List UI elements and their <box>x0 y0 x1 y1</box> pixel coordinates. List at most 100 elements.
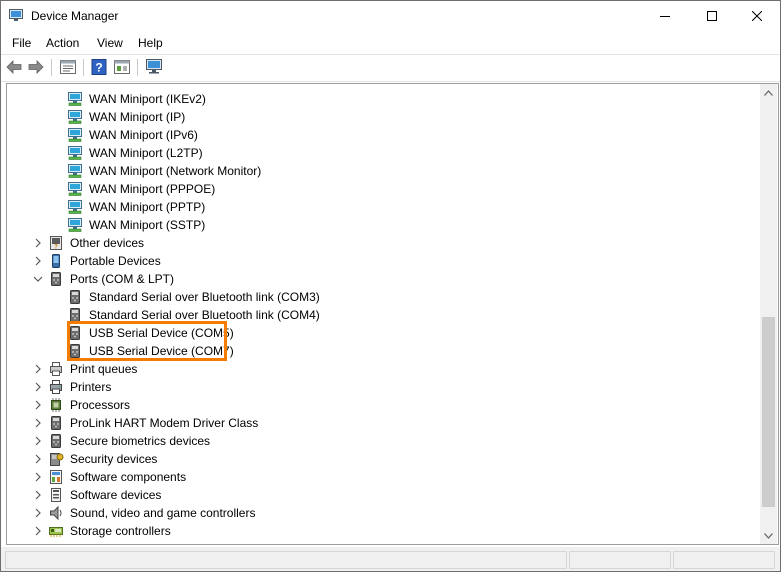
tree-item[interactable]: ? Other devices <box>7 234 759 252</box>
back-button[interactable] <box>5 58 23 76</box>
network-adapter-icon <box>68 128 82 142</box>
chevron-down-icon[interactable] <box>33 274 43 284</box>
back-icon <box>6 60 22 74</box>
menu-view[interactable]: View <box>97 36 123 50</box>
tree-item[interactable]: Processors <box>7 396 759 414</box>
chevron-right-icon[interactable] <box>33 490 43 500</box>
chevron-right-icon[interactable] <box>33 526 43 536</box>
tree-item[interactable]: WAN Miniport (IPv6) <box>7 126 759 144</box>
scroll-down-button[interactable] <box>760 527 777 544</box>
tree-item[interactable]: Software components <box>7 468 759 486</box>
menu-action[interactable]: Action <box>46 36 79 50</box>
device-manager-window: Device Manager File Action View Help ? W… <box>0 0 781 572</box>
tree-item[interactable]: Secure biometrics devices <box>7 432 759 450</box>
svg-text:?: ? <box>95 61 102 75</box>
tree-item[interactable]: Portable Devices <box>7 252 759 270</box>
unknown-device-icon: ? <box>50 236 62 251</box>
chevron-right-icon[interactable] <box>33 400 43 410</box>
scan-hardware-icon <box>146 59 162 74</box>
speaker-icon <box>50 505 62 521</box>
tree-item-label: Software components <box>70 470 187 484</box>
tree-item-label: Secure biometrics devices <box>70 434 211 448</box>
chevron-right-icon[interactable] <box>33 364 43 374</box>
tree-item-label: WAN Miniport (PPPOE) <box>89 182 216 196</box>
chevron-right-icon[interactable] <box>33 382 43 392</box>
close-icon <box>752 11 762 21</box>
chevron-right-icon[interactable] <box>33 256 43 266</box>
tree-item[interactable]: WAN Miniport (IKEv2) <box>7 90 759 108</box>
tree-item[interactable]: Sound, video and game controllers <box>7 504 759 522</box>
network-adapter-icon <box>68 110 82 124</box>
tree-item-label: Standard Serial over Bluetooth link (COM… <box>89 308 320 322</box>
tree-item[interactable]: Print queues <box>7 360 759 378</box>
toolbar-separator <box>51 59 52 76</box>
window-title: Device Manager <box>31 9 119 23</box>
tree-item[interactable]: Printers <box>7 378 759 396</box>
minimize-button[interactable] <box>642 1 688 31</box>
tree-item[interactable]: WAN Miniport (IP) <box>7 108 759 126</box>
network-adapter-icon <box>68 146 82 160</box>
tree-item[interactable]: Software devices <box>7 486 759 504</box>
tree-item-label: Print queues <box>70 362 138 376</box>
maximize-icon <box>707 11 717 21</box>
vertical-scrollbar[interactable] <box>760 84 777 544</box>
update-driver-button[interactable] <box>113 58 131 76</box>
network-adapter-icon <box>68 164 82 178</box>
device-tree[interactable]: WAN Miniport (IKEv2) WAN Miniport (IP) WAN… <box>7 84 759 544</box>
tree-item-label: Storage controllers <box>70 524 171 538</box>
tree-item-label: Printers <box>70 380 112 394</box>
tree-item-label: Software devices <box>70 488 162 502</box>
help-button[interactable]: ? <box>90 58 108 76</box>
tree-item[interactable]: Standard Serial over Bluetooth link (COM… <box>7 288 759 306</box>
chevron-down-icon <box>764 532 773 539</box>
status-segment-main <box>5 551 567 569</box>
scan-hardware-button[interactable] <box>145 58 163 76</box>
properties-button[interactable] <box>59 58 77 76</box>
chevron-right-icon[interactable] <box>33 418 43 428</box>
tree-item-label: Security devices <box>70 452 158 466</box>
network-adapter-icon <box>68 182 82 196</box>
svg-text:?: ? <box>54 245 58 251</box>
tree-item-label: WAN Miniport (SSTP) <box>89 218 206 232</box>
menu-file[interactable]: File <box>12 36 31 50</box>
tree-item-label: Ports (COM & LPT) <box>70 272 175 286</box>
scroll-thumb[interactable] <box>762 317 775 507</box>
tree-item-label: Standard Serial over Bluetooth link (COM… <box>89 290 320 304</box>
toolbar-divider <box>1 81 780 82</box>
menu-bar: File Action View Help <box>1 33 780 53</box>
tree-item[interactable]: Storage controllers <box>7 522 759 540</box>
device-manager-app-icon <box>9 9 23 21</box>
chevron-right-icon[interactable] <box>33 238 43 248</box>
tree-item[interactable]: WAN Miniport (Network Monitor) <box>7 162 759 180</box>
tree-item-label: Other devices <box>70 236 145 250</box>
tree-item-label: WAN Miniport (IP) <box>89 110 186 124</box>
chevron-right-icon[interactable] <box>33 454 43 464</box>
tree-item[interactable]: WAN Miniport (PPTP) <box>7 198 759 216</box>
portable-device-icon <box>52 254 60 268</box>
forward-button[interactable] <box>27 58 45 76</box>
device-tree-pane[interactable]: WAN Miniport (IKEv2) WAN Miniport (IP) WAN… <box>6 83 779 545</box>
title-bar[interactable]: Device Manager <box>1 1 780 31</box>
printer-icon <box>50 380 62 394</box>
chevron-right-icon[interactable] <box>33 472 43 482</box>
port-icon <box>51 272 61 286</box>
chevron-right-icon[interactable] <box>33 436 43 446</box>
network-adapter-icon <box>68 92 82 106</box>
status-bar <box>1 547 780 571</box>
tree-item-label: WAN Miniport (PPTP) <box>89 200 206 214</box>
toolbar-separator <box>137 59 138 76</box>
tree-item[interactable]: Ports (COM & LPT) <box>7 270 759 288</box>
tree-item[interactable]: Security devices <box>7 450 759 468</box>
scroll-up-button[interactable] <box>760 84 777 101</box>
menu-help[interactable]: Help <box>138 36 163 50</box>
maximize-button[interactable] <box>689 1 735 31</box>
close-button[interactable] <box>734 1 780 31</box>
highlight-box <box>67 321 227 361</box>
properties-icon <box>60 60 76 74</box>
tree-item[interactable]: WAN Miniport (L2TP) <box>7 144 759 162</box>
tree-item[interactable]: WAN Miniport (PPPOE) <box>7 180 759 198</box>
port-icon <box>51 434 61 448</box>
chevron-right-icon[interactable] <box>33 508 43 518</box>
tree-item[interactable]: ProLink HART Modem Driver Class <box>7 414 759 432</box>
tree-item[interactable]: WAN Miniport (SSTP) <box>7 216 759 234</box>
